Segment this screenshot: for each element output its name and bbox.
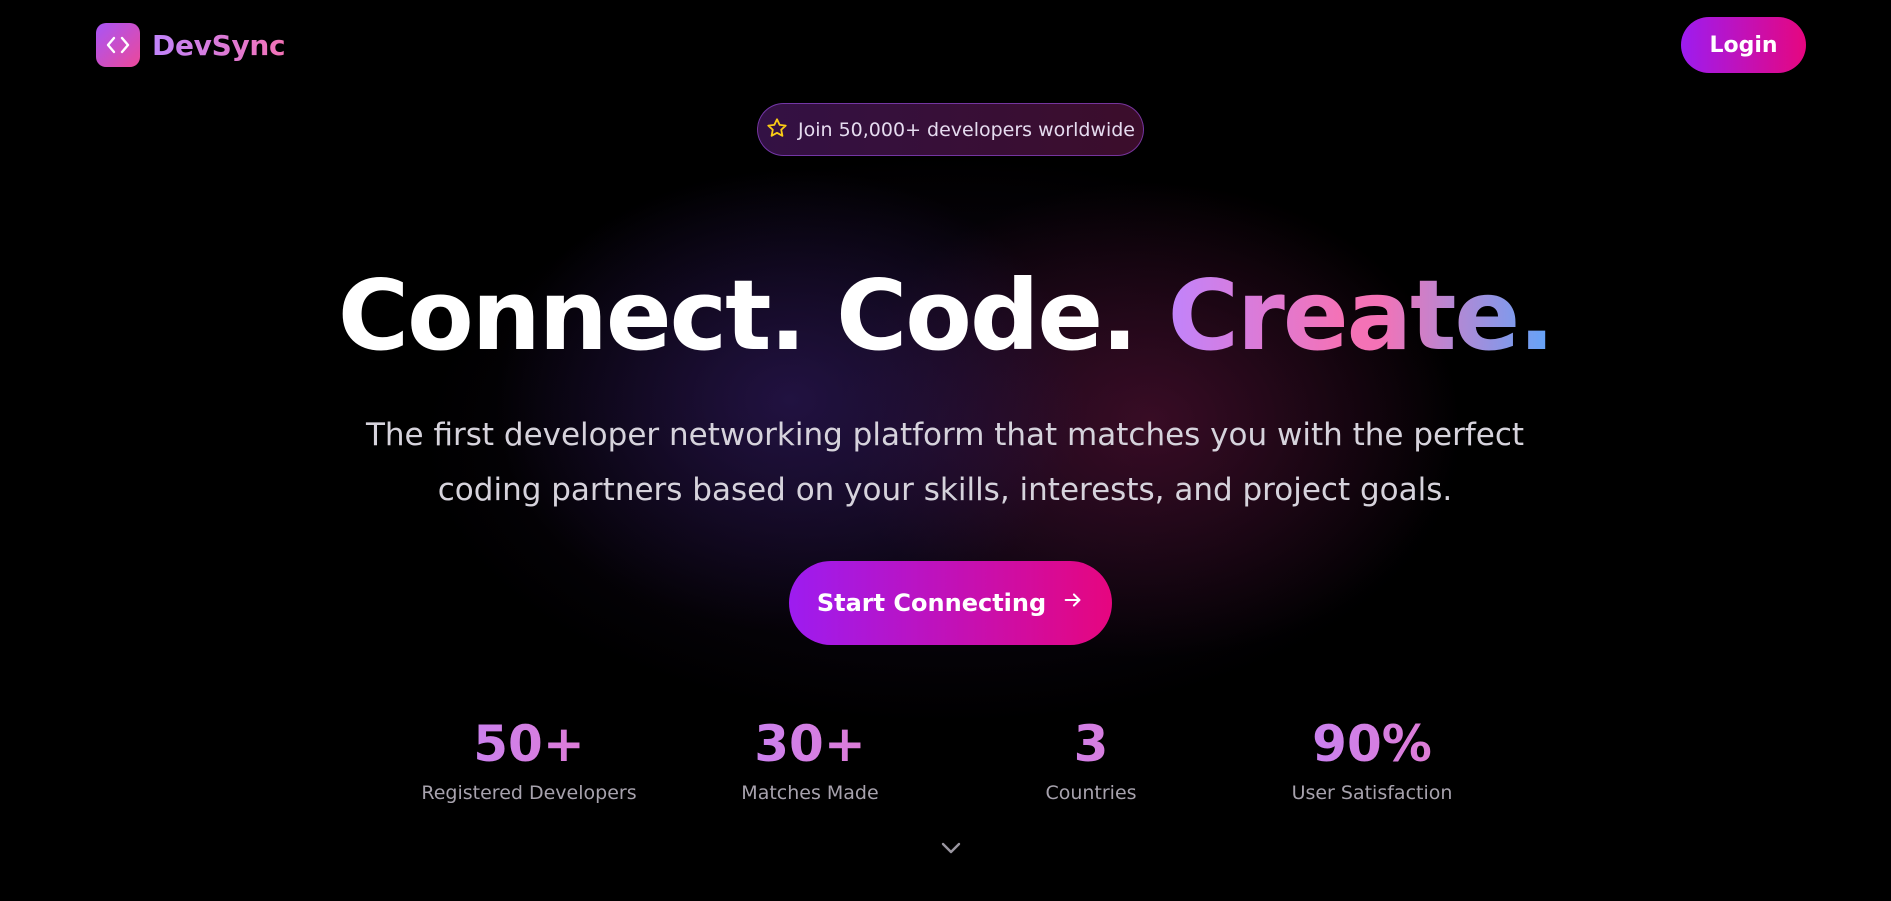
stat-label: Matches Made [741, 782, 879, 804]
login-button[interactable]: Login [1681, 17, 1806, 73]
brand-name: DevSync [152, 28, 286, 62]
developers-badge: Join 50,000+ developers worldwide [757, 103, 1144, 156]
stat-user-satisfaction: 90% User Satisfaction [1252, 712, 1492, 804]
stat-value: 3 [971, 712, 1211, 776]
stat-value: 30+ [690, 712, 930, 776]
stat-matches-made: 30+ Matches Made [690, 712, 930, 804]
stat-value: 50+ [409, 712, 649, 776]
arrow-right-icon [1062, 589, 1084, 617]
start-connecting-button[interactable]: Start Connecting [789, 561, 1112, 645]
stat-label: Registered Developers [421, 782, 637, 804]
badge-text: Join 50,000+ developers worldwide [798, 118, 1135, 141]
chevron-down-icon[interactable] [936, 836, 966, 860]
brand-logo-link[interactable]: DevSync [96, 23, 286, 67]
headline-part-2: Create. [1167, 259, 1555, 372]
landing-page: DevSync Login Join 50,000+ developers wo… [0, 0, 1891, 901]
stat-value: 90% [1252, 712, 1492, 776]
stat-label: Countries [1045, 782, 1137, 804]
stat-registered-developers: 50+ Registered Developers [409, 712, 649, 804]
cta-label: Start Connecting [816, 589, 1047, 617]
stat-countries: 3 Countries [971, 712, 1211, 804]
hero-subtitle: The first developer networking platform … [365, 417, 1525, 508]
star-icon [766, 117, 788, 143]
headline-part-1: Connect. Code. [337, 259, 1168, 372]
stat-label: User Satisfaction [1291, 782, 1453, 804]
hero-headline: Connect. Code. Create. [0, 256, 1891, 376]
code-brackets-icon [96, 23, 140, 67]
